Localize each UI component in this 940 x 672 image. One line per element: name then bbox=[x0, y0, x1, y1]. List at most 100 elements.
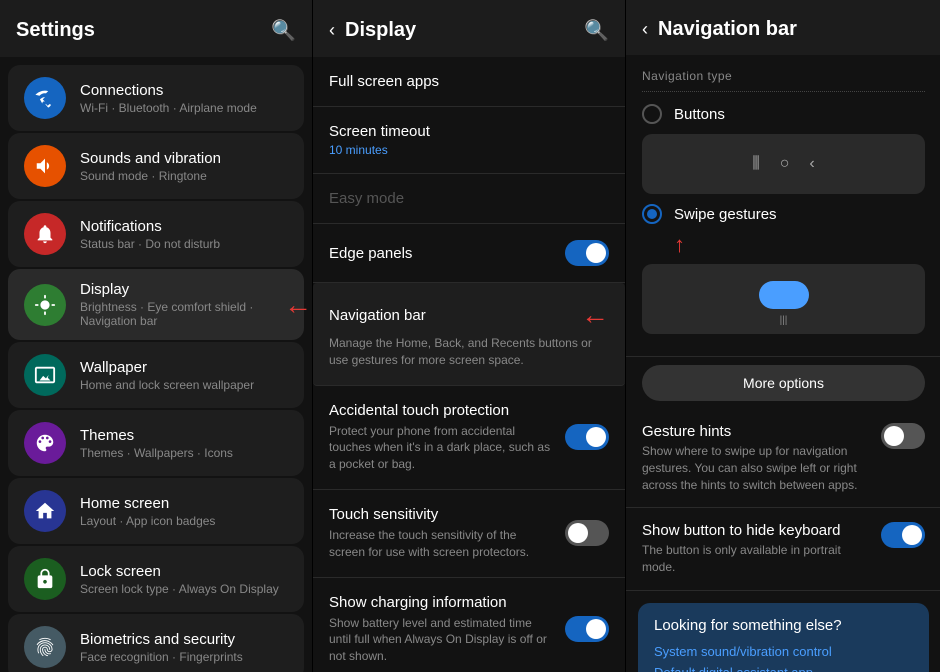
sounds-text: Sounds and vibration Sound mode · Ringto… bbox=[80, 150, 288, 183]
display-item-touch-sensitivity[interactable]: Touch sensitivity Increase the touch sen… bbox=[313, 490, 625, 578]
display-item-charging-info[interactable]: Show charging information Show battery l… bbox=[313, 578, 625, 672]
back-button-icon: ‹ bbox=[809, 155, 814, 173]
themes-title: Themes bbox=[80, 427, 288, 444]
gesture-hints-toggle[interactable] bbox=[881, 423, 925, 449]
touch-sensitivity-toggle[interactable] bbox=[565, 520, 609, 546]
accidental-touch-text: Accidental touch protection Protect your… bbox=[329, 402, 555, 473]
home-screen-title: Home screen bbox=[80, 495, 288, 512]
full-screen-title: Full screen apps bbox=[329, 73, 439, 90]
touch-sensitivity-row: Touch sensitivity Increase the touch sen… bbox=[329, 506, 609, 561]
home-screen-subtitle: Layout · App icon badges bbox=[80, 514, 288, 528]
show-button-title: Show button to hide keyboard bbox=[642, 522, 869, 539]
touch-sensitivity-title: Touch sensitivity bbox=[329, 506, 555, 523]
easy-mode-row: Easy mode bbox=[329, 190, 609, 207]
lock-screen-text: Lock screen Screen lock type · Always On… bbox=[80, 563, 288, 596]
touch-sensitivity-text: Touch sensitivity Increase the touch sen… bbox=[329, 506, 555, 561]
swipe-arrow-container: ↑ bbox=[674, 234, 925, 256]
sidebar-item-wallpaper[interactable]: Wallpaper Home and lock screen wallpaper bbox=[8, 342, 304, 408]
display-red-arrow: ← bbox=[284, 289, 312, 321]
charging-info-text: Show charging information Show battery l… bbox=[329, 594, 555, 665]
show-button-text-block: Show button to hide keyboard The button … bbox=[642, 522, 869, 576]
nav-bar-red-arrow: ← bbox=[581, 299, 609, 331]
display-item-easy-mode[interactable]: Easy mode bbox=[313, 174, 625, 224]
nav-bar-back-button[interactable]: ‹ bbox=[642, 19, 648, 40]
sidebar-item-biometrics[interactable]: Biometrics and security Face recognition… bbox=[8, 614, 304, 672]
accidental-touch-row: Accidental touch protection Protect your… bbox=[329, 402, 609, 473]
display-subtitle: Brightness · Eye comfort shield · Naviga… bbox=[80, 300, 288, 328]
show-button-toggle[interactable] bbox=[881, 522, 925, 548]
settings-title: Settings bbox=[16, 19, 95, 42]
display-title: Display bbox=[80, 281, 288, 298]
more-options-button[interactable]: More options bbox=[642, 365, 925, 401]
themes-icon bbox=[24, 422, 66, 464]
notifications-title: Notifications bbox=[80, 218, 288, 235]
screen-timeout-row: Screen timeout 10 minutes bbox=[329, 123, 609, 157]
buttons-radio[interactable] bbox=[642, 104, 662, 124]
accidental-touch-title: Accidental touch protection bbox=[329, 402, 555, 419]
nav-bar-header-title: Navigation bar bbox=[658, 18, 797, 41]
display-back-button[interactable]: ‹ bbox=[329, 20, 335, 41]
settings-header: Settings 🔍 bbox=[0, 0, 312, 57]
display-item-edge-panels[interactable]: Edge panels bbox=[313, 224, 625, 283]
display-item-navigation-bar[interactable]: Navigation bar ← Manage the Home, Back, … bbox=[313, 283, 625, 386]
nav-swipe-option[interactable]: Swipe gestures bbox=[642, 204, 925, 224]
display-item-screen-timeout[interactable]: Screen timeout 10 minutes bbox=[313, 107, 625, 174]
connections-subtitle: Wi-Fi · Bluetooth · Airplane mode bbox=[80, 101, 288, 115]
show-button-desc: The button is only available in portrait… bbox=[642, 542, 869, 576]
sounds-subtitle: Sound mode · Ringtone bbox=[80, 169, 288, 183]
display-list: Full screen apps Screen timeout 10 minut… bbox=[313, 57, 625, 672]
full-screen-row: Full screen apps bbox=[329, 73, 609, 90]
lock-screen-icon bbox=[24, 558, 66, 600]
swipe-up-arrow: ↑ bbox=[674, 234, 685, 256]
swipe-radio[interactable] bbox=[642, 204, 662, 224]
nav-buttons-option[interactable]: Buttons bbox=[642, 104, 925, 124]
sounds-title: Sounds and vibration bbox=[80, 150, 288, 167]
nav-bar-row: Navigation bar ← Manage the Home, Back, … bbox=[329, 299, 609, 369]
settings-search-icon[interactable]: 🔍 bbox=[271, 18, 296, 43]
sidebar-item-connections[interactable]: Connections Wi-Fi · Bluetooth · Airplane… bbox=[8, 65, 304, 131]
wallpaper-subtitle: Home and lock screen wallpaper bbox=[80, 378, 288, 392]
screen-timeout-text: Screen timeout 10 minutes bbox=[329, 123, 430, 157]
recent-apps-icon: ⫼ bbox=[752, 155, 759, 173]
lock-screen-subtitle: Screen lock type · Always On Display bbox=[80, 582, 288, 596]
nav-bar-title: Navigation bar bbox=[329, 307, 426, 324]
biometrics-subtitle: Face recognition · Fingerprints bbox=[80, 650, 288, 664]
themes-text: Themes Themes · Wallpapers · Icons bbox=[80, 427, 288, 460]
charging-info-title: Show charging information bbox=[329, 594, 555, 611]
wallpaper-icon bbox=[24, 354, 66, 396]
home-screen-text: Home screen Layout · App icon badges bbox=[80, 495, 288, 528]
screen-timeout-value: 10 minutes bbox=[329, 143, 430, 157]
display-search-icon[interactable]: 🔍 bbox=[584, 18, 609, 43]
notifications-subtitle: Status bar · Do not disturb bbox=[80, 237, 288, 251]
gesture-hints-section[interactable]: Gesture hints Show where to swipe up for… bbox=[626, 409, 940, 508]
display-panel: ‹ Display 🔍 Full screen apps Screen time… bbox=[313, 0, 625, 672]
sidebar-item-home-screen[interactable]: Home screen Layout · App icon badges bbox=[8, 478, 304, 544]
sidebar-item-sounds[interactable]: Sounds and vibration Sound mode · Ringto… bbox=[8, 133, 304, 199]
edge-panels-title: Edge panels bbox=[329, 245, 412, 262]
connections-icon bbox=[24, 77, 66, 119]
accidental-touch-desc: Protect your phone from accidental touch… bbox=[329, 423, 555, 473]
system-sound-link[interactable]: System sound/vibration control bbox=[654, 644, 913, 659]
notifications-text: Notifications Status bar · Do not distur… bbox=[80, 218, 288, 251]
display-text: Display Brightness · Eye comfort shield … bbox=[80, 281, 288, 328]
navigation-bar-panel: ‹ Navigation bar Navigation type Buttons… bbox=[626, 0, 940, 672]
digital-assistant-link[interactable]: Default digital assistant app bbox=[654, 665, 913, 672]
charging-info-toggle[interactable] bbox=[565, 616, 609, 642]
touch-sensitivity-desc: Increase the touch sensitivity of the sc… bbox=[329, 527, 555, 561]
sidebar-item-display[interactable]: Display Brightness · Eye comfort shield … bbox=[8, 269, 304, 340]
sidebar-item-notifications[interactable]: Notifications Status bar · Do not distur… bbox=[8, 201, 304, 267]
nav-bar-text: Navigation bar ← Manage the Home, Back, … bbox=[329, 299, 609, 369]
looking-for-section: Looking for something else? System sound… bbox=[638, 603, 929, 672]
display-item-accidental-touch[interactable]: Accidental touch protection Protect your… bbox=[313, 386, 625, 490]
sidebar-item-themes[interactable]: Themes Themes · Wallpapers · Icons bbox=[8, 410, 304, 476]
wallpaper-text: Wallpaper Home and lock screen wallpaper bbox=[80, 359, 288, 392]
connections-title: Connections bbox=[80, 82, 288, 99]
show-button-section[interactable]: Show button to hide keyboard The button … bbox=[626, 508, 940, 591]
display-header-left: ‹ Display bbox=[329, 19, 416, 42]
display-item-full-screen[interactable]: Full screen apps bbox=[313, 57, 625, 107]
edge-panels-toggle[interactable] bbox=[565, 240, 609, 266]
accidental-touch-toggle[interactable] bbox=[565, 424, 609, 450]
sidebar-item-lock-screen[interactable]: Lock screen Screen lock type · Always On… bbox=[8, 546, 304, 612]
nav-bar-header: ‹ Navigation bar bbox=[626, 0, 940, 55]
charging-info-row: Show charging information Show battery l… bbox=[329, 594, 609, 665]
